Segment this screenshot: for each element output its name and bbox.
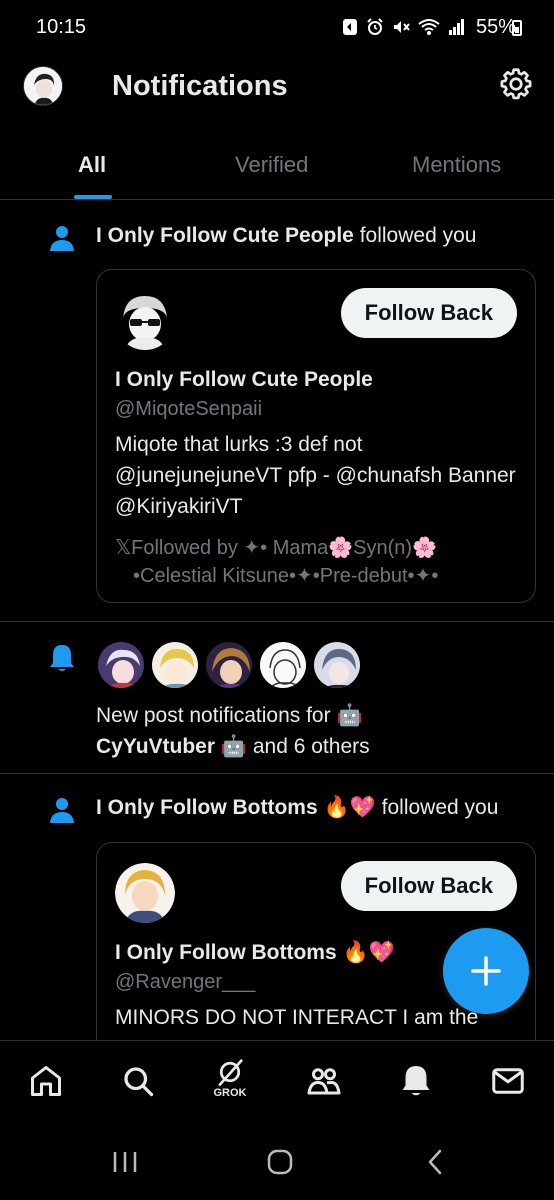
nav-communities[interactable]: [306, 1063, 342, 1103]
notification-text: I Only Follow Cute People followed you: [96, 224, 476, 248]
plus-icon: [471, 956, 501, 986]
avatar-illustration: [152, 642, 198, 688]
bottom-navigation: GROK: [0, 1040, 554, 1124]
avatar-group: [96, 640, 366, 690]
tab-mentions[interactable]: Mentions: [412, 152, 501, 178]
avatar-illustration: [115, 863, 175, 923]
search-icon: [124, 1067, 154, 1097]
wifi-icon: [418, 19, 440, 35]
settings-button[interactable]: [498, 66, 534, 102]
back-button[interactable]: [416, 1146, 456, 1178]
signal-icon: [449, 19, 464, 35]
notification-prefix: New post notifications for 🤖: [96, 704, 363, 727]
page-title: Notifications: [112, 70, 288, 102]
notification-text: New post notifications for 🤖 CyYuVtuber …: [96, 700, 370, 762]
user-display-name[interactable]: I Only Follow Cute People: [115, 368, 373, 392]
avatar[interactable]: [150, 640, 200, 690]
user-card[interactable]: Follow Back I Only Follow Cute People @M…: [96, 269, 536, 603]
system-navigation-bar: [0, 1124, 554, 1200]
notification-tabs: All Verified Mentions: [0, 138, 554, 200]
notification-suffix: and 6 others: [252, 735, 370, 758]
recent-apps-icon: [113, 1152, 137, 1172]
nav-search[interactable]: [120, 1063, 156, 1103]
user-bio: Miqote that lurks :3 def not @junejuneju…: [115, 433, 516, 518]
avatar-illustration: [98, 642, 144, 688]
notification-text: I Only Follow Bottoms 🔥💖 followed you: [96, 796, 498, 820]
home-icon: [31, 1066, 61, 1096]
user-avatar[interactable]: [115, 863, 175, 923]
actor-name[interactable]: I Only Follow Cute People: [96, 224, 354, 247]
notification-new-post[interactable]: New post notifications for 🤖 CyYuVtuber …: [0, 622, 554, 774]
followed-by-text: 𝕏Followed by ✦• Mama🌸Syn(n)🌸 •Celestial …: [115, 534, 521, 590]
active-tab-indicator: [74, 195, 112, 199]
user-handle[interactable]: @MiqoteSenpaii: [115, 398, 262, 421]
user-avatar[interactable]: [115, 290, 175, 350]
nav-grok[interactable]: GROK: [212, 1057, 248, 1099]
actor-name[interactable]: I Only Follow Bottoms 🔥💖: [96, 796, 376, 819]
followed-by-line: •Celestial Kitsune•✦•Pre-debut•✦•: [133, 565, 439, 587]
nav-home[interactable]: [28, 1063, 64, 1103]
tab-verified[interactable]: Verified: [235, 152, 308, 178]
avatar[interactable]: [258, 640, 308, 690]
follow-back-button[interactable]: Follow Back: [340, 288, 517, 338]
avatar-illustration: [260, 642, 306, 688]
status-bar: 10:15 55%: [0, 0, 554, 56]
user-display-name[interactable]: I Only Follow Bottoms 🔥💖: [115, 941, 395, 965]
notification-badge-icon: [343, 19, 357, 35]
communities-icon: [307, 1068, 341, 1095]
nav-messages[interactable]: [490, 1063, 526, 1103]
status-icons: [342, 18, 466, 36]
bell-icon: [402, 1066, 430, 1096]
grok-icon: [218, 1059, 243, 1086]
status-time: 10:15: [36, 16, 87, 38]
avatar-illustration: [206, 642, 252, 688]
compose-button[interactable]: [443, 928, 529, 1014]
top-app-bar: Notifications: [0, 56, 554, 120]
gear-icon: [500, 68, 532, 100]
battery-icon: [512, 20, 522, 36]
tab-all[interactable]: All: [78, 152, 106, 178]
home-circle-icon: [267, 1149, 293, 1175]
chevron-left-icon: [428, 1149, 442, 1175]
follow-back-button[interactable]: Follow Back: [340, 861, 517, 911]
profile-avatar[interactable]: [23, 66, 63, 106]
avatar-illustration: [24, 67, 62, 105]
avatar-illustration: [314, 642, 360, 688]
person-icon: [50, 226, 74, 251]
battery-percentage: 55%: [475, 16, 516, 38]
actor-name[interactable]: CyYuVtuber 🤖: [96, 735, 247, 758]
avatar-illustration: [115, 290, 175, 350]
envelope-icon: [492, 1068, 524, 1094]
person-icon: [50, 798, 74, 823]
home-system-button[interactable]: [260, 1146, 300, 1178]
bell-icon: [50, 645, 74, 671]
nav-notifications[interactable]: [398, 1063, 434, 1103]
mute-icon: [394, 21, 410, 33]
notification-follow[interactable]: I Only Follow Bottoms 🔥💖 followed you Fo…: [0, 774, 554, 1102]
notification-follow[interactable]: I Only Follow Cute People followed you F…: [0, 200, 554, 622]
avatar[interactable]: [204, 640, 254, 690]
avatar[interactable]: [312, 640, 362, 690]
grok-label: GROK: [213, 1087, 247, 1099]
alarm-icon: [367, 18, 383, 35]
action-text: followed you: [359, 224, 477, 247]
user-handle[interactable]: @Ravenger___: [115, 971, 255, 994]
avatar[interactable]: [96, 640, 146, 690]
followed-by-line: 𝕏Followed by ✦• Mama🌸Syn(n)🌸: [115, 537, 437, 559]
recent-apps-button[interactable]: [105, 1146, 145, 1178]
action-text: followed you: [381, 796, 499, 819]
